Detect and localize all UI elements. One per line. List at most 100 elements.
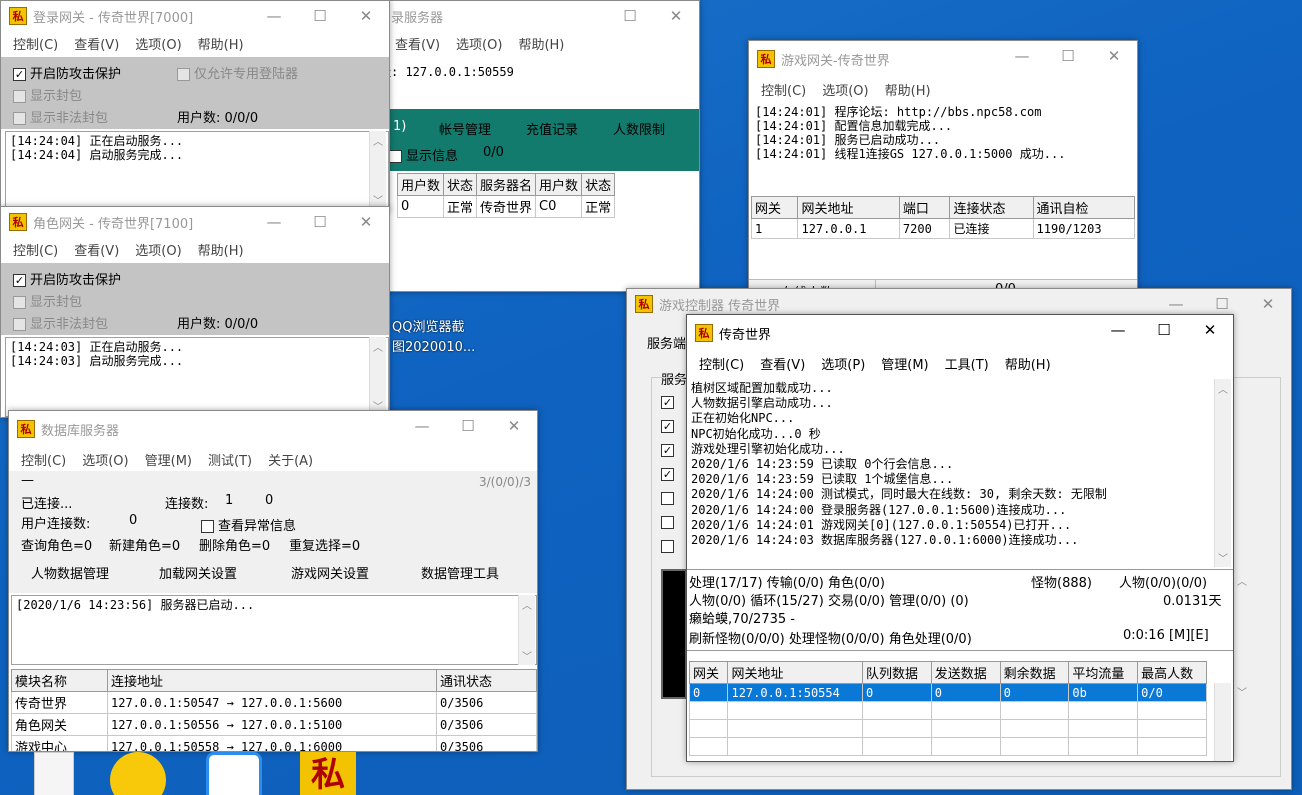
scroll-down-icon[interactable]: ﹀ — [373, 192, 383, 207]
show-illegal-checkbox[interactable]: 显示非法封包 — [13, 313, 108, 332]
scrollbar[interactable]: ︿ ﹀ — [369, 337, 386, 415]
checkbox-icon[interactable] — [661, 516, 674, 529]
show-illegal-checkbox[interactable]: 显示非法封包 — [13, 107, 108, 126]
attack-protect-checkbox[interactable]: ✓ 开启防攻击保护 — [13, 63, 121, 82]
client-only-checkbox[interactable]: 仅允许专用登陆器 — [177, 63, 298, 82]
tab-account-manage[interactable]: 帐号管理 — [439, 119, 491, 138]
checkbox-checked-icon[interactable]: ✓ — [661, 396, 674, 409]
table-row[interactable]: 传奇世界 127.0.0.1:50547 → 127.0.0.1:5600 0/… — [11, 691, 537, 714]
scrollbar[interactable]: ︿ ﹀ — [518, 595, 535, 665]
menu-help[interactable]: 帮助(H) — [190, 240, 252, 259]
game-gateway-settings-button[interactable]: 游戏网关设置 — [291, 563, 369, 582]
menu-test[interactable]: 测试(T) — [200, 450, 260, 469]
table-scrollbar[interactable] — [1214, 683, 1231, 761]
file-icon[interactable] — [26, 752, 82, 795]
close-icon[interactable]: ✕ — [491, 411, 537, 441]
table-row[interactable]: 游戏中心 127.0.0.1:50558 → 127.0.0.1:6000 0/… — [11, 735, 537, 751]
db-server-titlebar[interactable]: 私 数据库服务器 — ☐ ✕ — [9, 411, 537, 447]
menu-help[interactable]: 帮助(H) — [877, 80, 939, 99]
minimize-icon[interactable]: — — [251, 207, 297, 237]
checkbox-icon[interactable] — [661, 492, 674, 505]
scrollbar[interactable]: ︿ ﹀ — [369, 131, 386, 209]
login-gateway-titlebar[interactable]: 私 登录网关 - 传奇世界[7000] — ☐ ✕ — [1, 1, 389, 31]
menu-control[interactable]: 控制(C) — [5, 240, 66, 259]
desktop-qq-label[interactable]: QQ浏览器截 图2020010... — [392, 318, 475, 358]
scrollbar[interactable]: ︿ ﹀ — [1214, 379, 1231, 567]
load-gateway-button[interactable]: 加载网关设置 — [159, 563, 237, 582]
close-icon[interactable]: ✕ — [343, 207, 389, 237]
scroll-up-icon[interactable]: ︿ — [522, 597, 532, 612]
menu-help[interactable]: 帮助(H) — [997, 354, 1059, 373]
close-icon[interactable]: ✕ — [1187, 315, 1233, 345]
role-gateway-titlebar[interactable]: 私 角色网关 - 传奇世界[7100] — ☐ ✕ — [1, 207, 389, 237]
menu-control[interactable]: 控制(C) — [5, 34, 66, 53]
tab-server[interactable]: 服务端 — [647, 333, 686, 352]
menu-options[interactable]: 选项(O) — [127, 240, 189, 259]
cloud-app-icon[interactable] — [206, 752, 262, 795]
main-server-titlebar[interactable]: 私 传奇世界 — ☐ ✕ — [687, 315, 1233, 351]
maximize-icon[interactable]: ☐ — [607, 1, 653, 31]
checkbox-checked-icon[interactable]: ✓ — [661, 444, 674, 457]
menu-options[interactable]: 选项(O) — [448, 34, 510, 53]
tab-recharge-record[interactable]: 充值记录 — [526, 119, 578, 138]
menu-manage[interactable]: 管理(M) — [873, 354, 936, 373]
menu-control[interactable]: 控制(C) — [13, 450, 74, 469]
music-app-icon[interactable] — [110, 752, 166, 795]
scroll-up-icon[interactable]: ︿ — [1218, 381, 1228, 396]
attack-protect-checkbox[interactable]: ✓ 开启防攻击保护 — [13, 269, 121, 288]
table-row[interactable]: 0 正常 传奇世界 C0 正常 — [396, 195, 616, 218]
user-data-button[interactable]: 人物数据管理 — [31, 563, 109, 582]
menu-control[interactable]: 控制(C) — [691, 354, 752, 373]
minimize-icon[interactable]: — — [1095, 315, 1141, 345]
minimize-icon[interactable]: — — [399, 411, 445, 441]
maximize-icon[interactable]: ☐ — [297, 207, 343, 237]
menu-view[interactable]: 查看(V) — [66, 240, 127, 259]
tab-1[interactable]: 1) — [393, 119, 406, 134]
menu-view[interactable]: 查看(V) — [387, 34, 448, 53]
menu-control[interactable]: 控制(C) — [753, 80, 814, 99]
scroll-up-icon[interactable]: ︿ — [373, 133, 383, 148]
close-icon[interactable]: ✕ — [653, 1, 699, 31]
show-packet-checkbox[interactable]: 显示封包 — [13, 291, 82, 310]
menu-manage[interactable]: 管理(M) — [137, 450, 200, 469]
login-server-titlebar[interactable]: 录服务器 ☐ ✕ — [371, 1, 699, 31]
show-packet-checkbox[interactable]: 显示封包 — [13, 85, 82, 104]
menu-help[interactable]: 帮助(H) — [510, 34, 572, 53]
menu-options[interactable]: 选项(O) — [814, 80, 876, 99]
minimize-icon[interactable]: — — [999, 41, 1045, 71]
menu-tools[interactable]: 工具(T) — [937, 354, 997, 373]
menu-options[interactable]: 选项(P) — [813, 354, 873, 373]
table-row-selected[interactable]: 0 127.0.0.1:50554 0 0 0 0b 0/0 — [688, 683, 1207, 702]
scroll-down-icon[interactable]: ﹀ — [1237, 684, 1247, 699]
game-gateway-titlebar[interactable]: 私 游戏网关-传奇世界 — ☐ ✕ — [749, 41, 1137, 77]
abnormal-info-checkbox[interactable]: 查看异常信息 — [201, 515, 296, 534]
checkbox-checked-icon[interactable]: ✓ — [661, 420, 674, 433]
menu-view[interactable]: 查看(V) — [752, 354, 813, 373]
table-row[interactable]: 1 127.0.0.1 7200 已连接 1190/1203 — [750, 218, 1136, 239]
scrollbar[interactable]: ︿ ﹀ — [1233, 571, 1250, 701]
tab-user-limit[interactable]: 人数限制 — [613, 119, 665, 138]
maximize-icon[interactable]: ☐ — [1141, 315, 1187, 345]
checkbox-checked-icon[interactable]: ✓ — [661, 468, 674, 481]
minimize-icon[interactable]: — — [251, 1, 297, 31]
menu-help[interactable]: 帮助(H) — [190, 34, 252, 53]
scroll-down-icon[interactable]: ﹀ — [522, 648, 532, 663]
data-tool-button[interactable]: 数据管理工具 — [421, 563, 499, 582]
table-row[interactable]: 角色网关 127.0.0.1:50556 → 127.0.0.1:5100 0/… — [11, 713, 537, 736]
scroll-down-icon[interactable]: ﹀ — [1218, 550, 1228, 565]
close-icon[interactable]: ✕ — [343, 1, 389, 31]
scroll-up-icon[interactable]: ︿ — [1237, 573, 1247, 588]
scroll-up-icon[interactable]: ︿ — [373, 339, 383, 354]
menu-options[interactable]: 选项(O) — [74, 450, 136, 469]
maximize-icon[interactable]: ☐ — [445, 411, 491, 441]
close-icon[interactable]: ✕ — [1091, 41, 1137, 71]
menu-view[interactable]: 查看(V) — [66, 34, 127, 53]
maximize-icon[interactable]: ☐ — [297, 1, 343, 31]
menu-about[interactable]: 关于(A) — [260, 450, 321, 469]
maximize-icon[interactable]: ☐ — [1045, 41, 1091, 71]
checkbox-icon[interactable] — [661, 540, 674, 553]
close-icon[interactable]: ✕ — [1245, 289, 1291, 319]
game-launcher-icon[interactable]: 私 — [300, 752, 356, 795]
show-info-checkbox[interactable]: 显示信息 — [389, 145, 458, 164]
menu-options[interactable]: 选项(O) — [127, 34, 189, 53]
